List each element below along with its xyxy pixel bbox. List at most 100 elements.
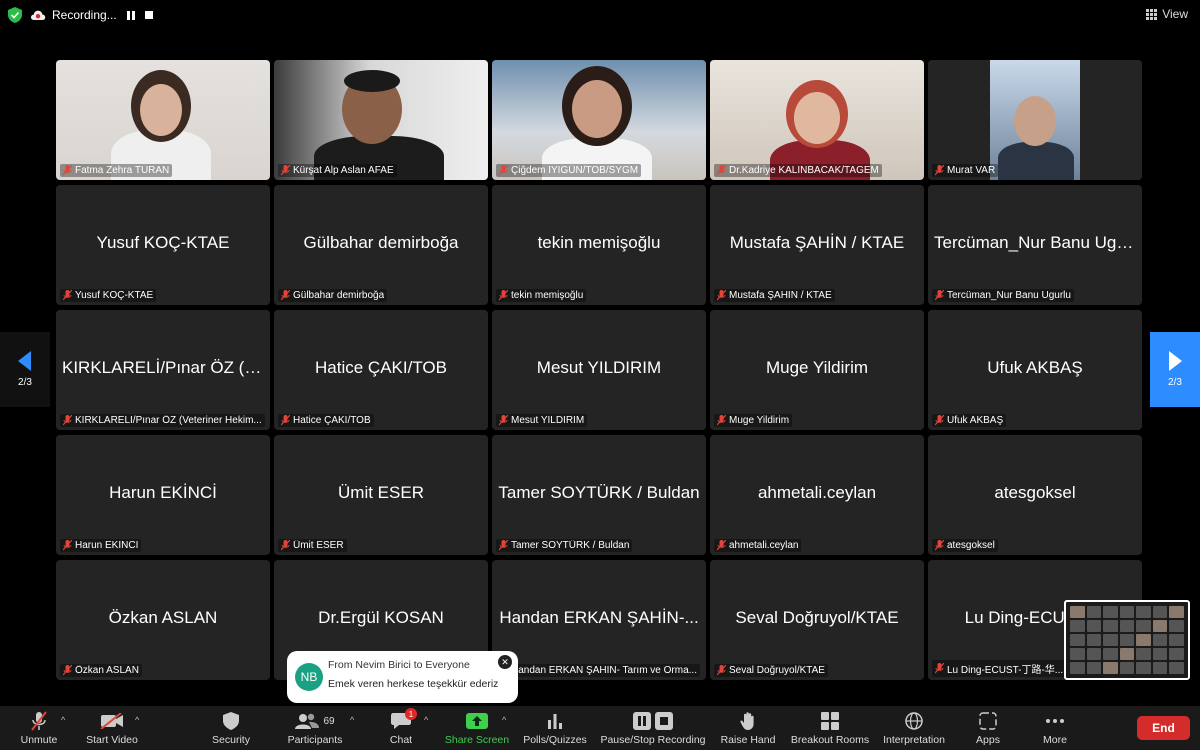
- participant-tile[interactable]: Handan ERKAN ŞAHİN-... Handan ERKAN ŞAHİN…: [492, 560, 706, 680]
- participants-options-chevron-icon[interactable]: ^: [350, 715, 354, 725]
- audio-options-chevron-icon[interactable]: ^: [61, 715, 65, 725]
- security-button[interactable]: Security: [206, 710, 256, 750]
- participant-display-name: Seval Doğruyol/KTAE: [735, 608, 899, 627]
- participant-display-name: Hatice ÇAKI/TOB: [315, 358, 447, 377]
- participant-tile[interactable]: tekin memişoğlu tekin memişoğlu: [492, 185, 706, 305]
- participant-tile[interactable]: Mesut YILDIRIM Mesut YILDIRIM: [492, 310, 706, 430]
- recording-label: Recording...: [52, 8, 117, 22]
- participants-icon: [295, 713, 320, 729]
- participant-tile[interactable]: ahmetali.ceylan ahmetali.ceylan: [710, 435, 924, 555]
- share-screen-button[interactable]: Share Screen: [444, 710, 510, 750]
- thumbnail-cell: [1169, 662, 1184, 674]
- participant-display-name: Mesut YILDIRIM: [536, 358, 662, 377]
- chat-message: Emek veren herkese teşekkür ederiz: [328, 678, 499, 690]
- muted-mic-icon: [281, 290, 290, 301]
- participant-tile[interactable]: Ufuk AKBAŞ Ufuk AKBAŞ: [928, 310, 1142, 430]
- muted-mic-icon: [281, 540, 290, 551]
- participant-tile[interactable]: Harun EKİNCİ Harun EKİNCİ: [56, 435, 270, 555]
- participant-display-name: Tamer SOYTÜRK / Buldan: [498, 483, 700, 502]
- muted-mic-icon: [499, 290, 508, 301]
- polls-quizzes-button[interactable]: Polls/Quizzes: [520, 710, 590, 750]
- shield-icon[interactable]: [8, 7, 22, 23]
- participant-name-label: Dr.Kadriye KALINBACAK/TAGEM: [714, 164, 882, 177]
- thumbnail-cell: [1103, 634, 1118, 646]
- video-tile[interactable]: Fatma Zehra TURAN: [56, 60, 270, 180]
- thumbnail-cell: [1169, 606, 1184, 618]
- start-video-button[interactable]: Start Video: [84, 710, 140, 750]
- apps-button[interactable]: Apps: [968, 710, 1008, 750]
- participant-tile[interactable]: Seval Doğruyol/KTAE Seval Doğruyol/KTAE: [710, 560, 924, 680]
- participant-tile[interactable]: KIRKLARELİ/Pınar ÖZ (V... KIRKLARELİ/Pına…: [56, 310, 270, 430]
- chat-notification[interactable]: NB From Nevim Birici to Everyone Emek ve…: [287, 651, 518, 703]
- participant-tile[interactable]: Yusuf KOÇ-KTAE Yusuf KOÇ-KTAE: [56, 185, 270, 305]
- participant-name-label: Ümit ESER: [278, 539, 347, 552]
- participant-name-label: Murat VAR: [932, 164, 999, 177]
- end-meeting-button[interactable]: End: [1137, 716, 1190, 740]
- chat-unread-badge: 1: [405, 708, 417, 720]
- participant-tile[interactable]: Mustafa ŞAHİN / KTAE Mustafa ŞAHİN / KTAE: [710, 185, 924, 305]
- participant-video: [710, 60, 924, 180]
- participant-tile[interactable]: Gülbahar demirboğa Gülbahar demirboğa: [274, 185, 488, 305]
- next-page-button[interactable]: 2/3: [1150, 332, 1200, 407]
- muted-mic-icon: [717, 165, 726, 176]
- share-options-chevron-icon[interactable]: ^: [502, 715, 506, 725]
- participant-tile[interactable]: Muge Yildirim Muge Yildirim: [710, 310, 924, 430]
- thumbnail-cell: [1119, 606, 1135, 618]
- thumbnail-cell: [1169, 648, 1184, 660]
- video-tile[interactable]: Dr.Kadriye KALINBACAK/TAGEM: [710, 60, 924, 180]
- gallery-thumbnail-preview[interactable]: [1064, 600, 1190, 680]
- previous-page-button[interactable]: 2/3: [0, 332, 50, 407]
- breakout-rooms-button[interactable]: Breakout Rooms: [788, 710, 872, 750]
- participant-name-label: Özkan ASLAN: [60, 664, 142, 677]
- unmute-button[interactable]: Unmute: [14, 710, 64, 750]
- more-dots-icon: [1046, 719, 1064, 723]
- thumbnail-cell: [1119, 648, 1135, 660]
- raise-hand-button[interactable]: Raise Hand: [718, 710, 778, 750]
- video-options-chevron-icon[interactable]: ^: [135, 715, 139, 725]
- video-tile[interactable]: Murat VAR: [928, 60, 1142, 180]
- muted-mic-icon: [717, 290, 726, 301]
- thumbnail-cell: [1152, 662, 1168, 674]
- participant-name-label: KIRKLARELİ/Pınar ÖZ (Veteriner Hekim...: [60, 414, 265, 427]
- participant-count: 69: [323, 715, 335, 727]
- polls-chart-icon: [548, 714, 562, 729]
- participant-tile[interactable]: Hatice ÇAKI/TOB Hatice ÇAKI/TOB: [274, 310, 488, 430]
- participant-video: [274, 60, 488, 180]
- participant-name-label: atesgoksel: [932, 539, 998, 552]
- participant-tile[interactable]: Ümit ESER Ümit ESER: [274, 435, 488, 555]
- pause-stop-recording-button[interactable]: Pause/Stop Recording: [598, 710, 708, 750]
- chat-options-chevron-icon[interactable]: ^: [424, 715, 428, 725]
- stop-recording-button[interactable]: [142, 8, 156, 22]
- participant-display-name: KIRKLARELİ/Pınar ÖZ (V...: [62, 358, 264, 377]
- muted-mic-icon: [935, 540, 944, 551]
- participant-name-label: Muge Yildirim: [714, 414, 793, 427]
- close-icon[interactable]: ✕: [498, 655, 512, 669]
- thumbnail-cell: [1136, 620, 1151, 632]
- participant-tile[interactable]: Tercüman_Nur Banu Ugu... Tercüman_Nur Ban…: [928, 185, 1142, 305]
- participant-tile[interactable]: Özkan ASLAN Özkan ASLAN: [56, 560, 270, 680]
- muted-mic-icon: [281, 415, 290, 426]
- participant-display-name: tekin memişoğlu: [537, 233, 661, 252]
- muted-mic-icon: [499, 540, 508, 551]
- meeting-toolbar: Unmute ^ Start Video ^ Security 69 Parti…: [0, 706, 1200, 750]
- participants-button[interactable]: 69 Participants: [282, 710, 348, 750]
- participant-name-label: Hatice ÇAKI/TOB: [278, 414, 374, 427]
- participant-name-label: ahmetali.ceylan: [714, 539, 802, 552]
- pause-recording-button[interactable]: [124, 8, 138, 22]
- video-tile[interactable]: Kürşat Alp Aslan AFAE: [274, 60, 488, 180]
- participant-tile[interactable]: atesgoksel atesgoksel: [928, 435, 1142, 555]
- video-off-icon: [100, 713, 123, 729]
- thumbnail-cell: [1119, 662, 1135, 674]
- arrow-right-icon: [1169, 351, 1182, 371]
- thumbnail-cell: [1152, 648, 1168, 660]
- view-button[interactable]: View: [1146, 7, 1188, 21]
- thumbnail-cell: [1169, 620, 1184, 632]
- participant-display-name: Mustafa ŞAHİN / KTAE: [729, 233, 905, 252]
- muted-mic-icon: [63, 415, 72, 426]
- video-tile[interactable]: Çiğdem İYİGÜN/TOB/SYGM: [492, 60, 706, 180]
- more-button[interactable]: More: [1036, 710, 1074, 750]
- participant-display-name: Handan ERKAN ŞAHİN-...: [499, 608, 699, 627]
- interpretation-button[interactable]: Interpretation: [880, 710, 948, 750]
- participant-tile[interactable]: Tamer SOYTÜRK / Buldan Tamer SOYTÜRK / Bu…: [492, 435, 706, 555]
- participant-name-label: Kürşat Alp Aslan AFAE: [278, 164, 397, 177]
